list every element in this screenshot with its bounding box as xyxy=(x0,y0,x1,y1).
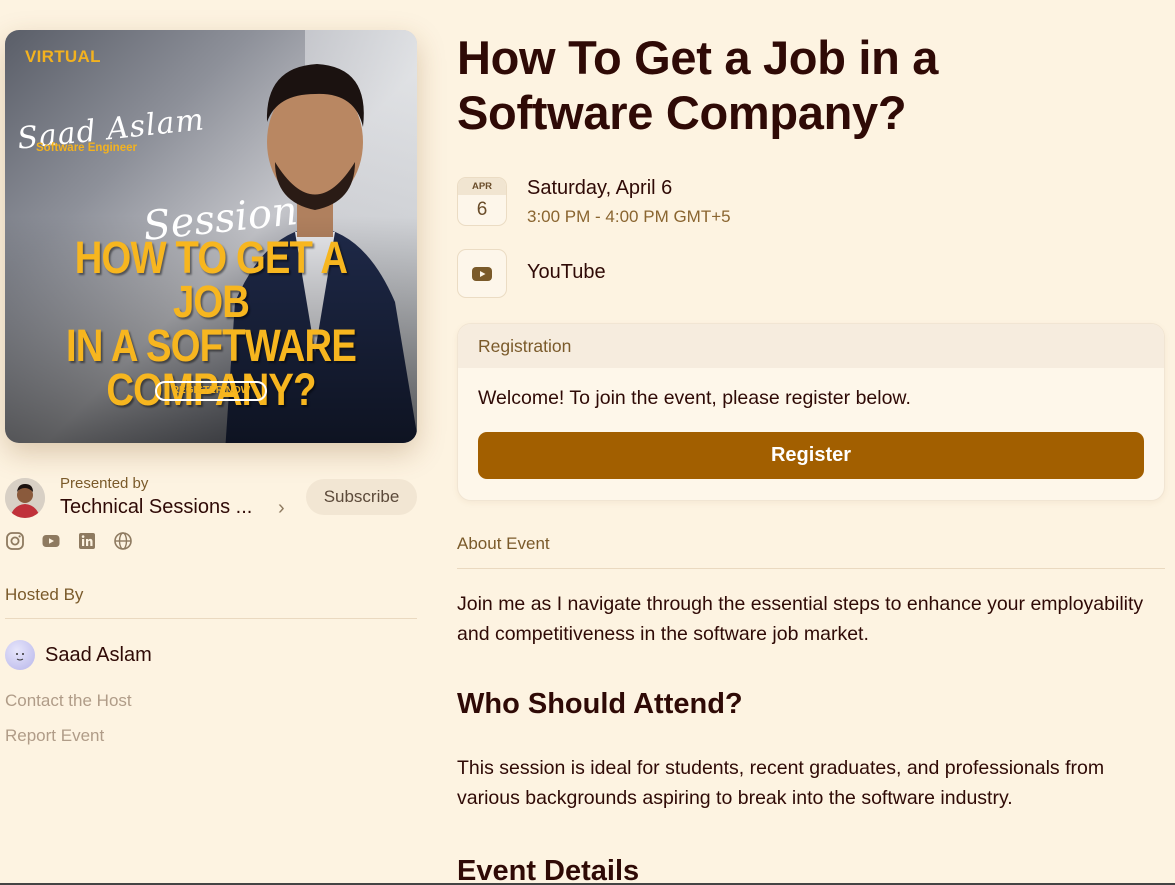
chevron-right-icon[interactable]: › xyxy=(278,497,285,520)
event-location: YouTube xyxy=(527,261,606,283)
event-details-heading: Event Details xyxy=(457,855,640,885)
presenter-row[interactable]: Presented by Technical Sessions ... › Su… xyxy=(5,473,417,519)
event-date: Saturday, April 6 xyxy=(527,177,673,199)
who-should-attend-text: This session is ideal for students, rece… xyxy=(457,757,1105,809)
presented-by-label: Presented by xyxy=(60,475,149,492)
youtube-location-icon xyxy=(457,249,507,298)
presenter-avatar xyxy=(5,478,45,518)
youtube-icon[interactable] xyxy=(41,531,61,551)
event-time: 3:00 PM - 4:00 PM GMT+5 xyxy=(527,207,731,226)
presenter-name[interactable]: Technical Sessions ... xyxy=(60,496,252,519)
about-event-heading: About Event xyxy=(457,534,550,553)
cover-register-now: REGISTER NOW xyxy=(155,381,267,401)
calendar-month: APR xyxy=(458,178,506,195)
registration-header: Registration xyxy=(458,324,1164,368)
registration-card: Registration Welcome! To join the event,… xyxy=(457,323,1165,501)
cover-headline-line: HOW TO GET A JOB xyxy=(74,232,348,327)
event-cover-image: VIRTUAL Saad Aslam Software Engineer Ses… xyxy=(5,30,417,443)
host-name[interactable]: Saad Aslam xyxy=(45,644,152,667)
divider xyxy=(457,568,1165,569)
globe-icon[interactable] xyxy=(113,531,133,551)
report-event-link[interactable]: Report Event xyxy=(5,726,417,746)
cover-headline-line: IN A SOFTWARE xyxy=(66,320,357,371)
instagram-icon[interactable] xyxy=(5,531,25,551)
about-intro: Join me as I navigate through the essent… xyxy=(457,593,1144,645)
registration-welcome: Welcome! To join the event, please regis… xyxy=(478,387,911,409)
linkedin-icon[interactable] xyxy=(77,531,97,551)
cover-role: Software Engineer xyxy=(36,142,137,154)
event-title: How To Get a Job in a Software Company? xyxy=(457,31,939,139)
host-avatar xyxy=(5,640,35,670)
location-row: YouTube xyxy=(457,239,1165,298)
contact-host-link[interactable]: Contact the Host xyxy=(5,691,417,711)
cover-virtual-tag: VIRTUAL xyxy=(25,47,101,66)
who-should-attend-heading: Who Should Attend? xyxy=(457,688,743,720)
register-button[interactable]: Register xyxy=(478,432,1144,479)
calendar-day: 6 xyxy=(476,199,488,220)
calendar-icon: APR 6 xyxy=(457,177,507,226)
divider xyxy=(5,618,417,619)
right-column: How To Get a Job in a Software Company? … xyxy=(457,30,1165,885)
hosted-by-heading: Hosted By xyxy=(5,585,84,604)
subscribe-button[interactable]: Subscribe xyxy=(306,479,417,515)
host-row[interactable]: Saad Aslam xyxy=(5,639,417,671)
date-row: APR 6 Saturday, April 6 3:00 PM - 4:00 P… xyxy=(457,169,1165,226)
left-column: VIRTUAL Saad Aslam Software Engineer Ses… xyxy=(5,30,417,746)
social-links xyxy=(5,531,417,551)
